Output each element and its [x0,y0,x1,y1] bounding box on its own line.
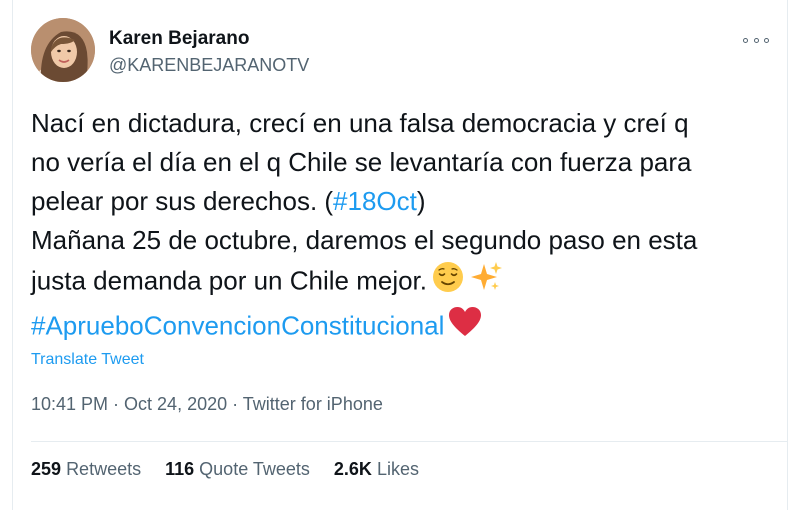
tweet-date[interactable]: Oct 24, 2020 [124,394,227,414]
tweet-line: pelear por sus derechos. (#18Oct) [31,182,771,221]
quote-tweets-label: Quote Tweets [199,459,310,479]
retweets-label: Retweets [66,459,142,479]
quote-tweets-stat[interactable]: 116 Quote Tweets [165,459,310,480]
hashtag-link[interactable]: #18Oct [333,186,417,216]
hashtag-link[interactable]: #AprueboConvencionConstitucional [31,310,444,340]
tweet-line: #AprueboConvencionConstitucional [31,305,771,350]
likes-count: 2.6K [333,459,372,479]
author-handle[interactable]: @KARENBEJARANOTV [109,55,309,76]
tweet-stats: 259 Retweets 116 Quote Tweets 2.6K Likes [31,459,419,480]
retweets-count: 259 [31,459,62,479]
tweet-line-text: ) [416,186,426,216]
tweet-time[interactable]: 10:41 PM [31,394,108,414]
red-heart-emoji-icon [448,305,482,350]
tweet-line: Nací en dictadura, crecí en una falsa de… [31,108,689,138]
likes-stat[interactable]: 2.6K Likes [334,459,419,480]
quote-tweets-count: 116 [165,459,195,479]
tweet-line-text: justa demanda por un Chile mejor. [31,265,428,296]
more-options-icon[interactable] [743,30,769,50]
meta-separator: · [227,394,243,414]
meta-separator: · [108,394,125,414]
avatar[interactable] [31,18,95,82]
author-name[interactable]: Karen Bejarano [109,28,249,50]
tweet-text: Nací en dictadura, crecí en una falsa de… [31,104,771,350]
tweet-line-text: pelear por sus derechos. ( [31,186,334,216]
tweet-source[interactable]: Twitter for iPhone [243,394,383,414]
likes-label: Likes [376,459,419,479]
tweet-metadata: 10:41 PM · Oct 24, 2020 · Twitter for iP… [31,394,383,415]
sparkles-emoji-icon [469,260,503,305]
divider [31,441,787,442]
tweet-line: Mañana 25 de octubre, daremos el segundo… [31,225,698,255]
tweet-line: no vería el día en el q Chile se levanta… [31,147,692,177]
tweet-line: justa demanda por un Chile mejor. [31,260,771,305]
translate-tweet-link[interactable]: Translate Tweet [31,351,144,369]
relieved-face-emoji-icon [431,260,465,305]
tweet-card: Karen Bejarano @KARENBEJARANOTV Nací en … [12,0,788,510]
retweets-stat[interactable]: 259 Retweets [31,459,141,480]
